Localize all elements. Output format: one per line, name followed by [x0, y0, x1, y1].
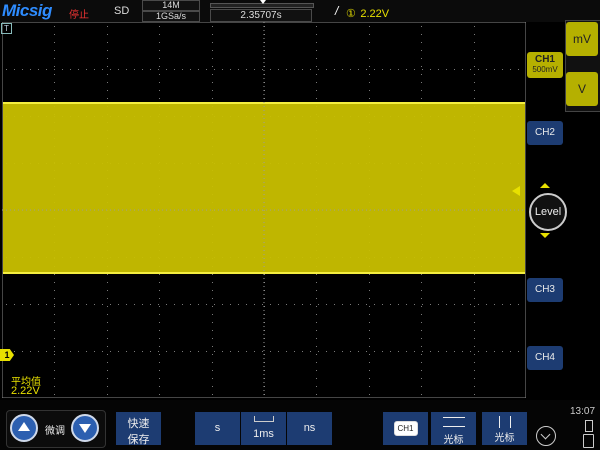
vertical-cursor-icon [498, 416, 511, 428]
ruler-icon [253, 416, 274, 422]
cursor-vertical-button[interactable]: 光标 [482, 412, 527, 445]
sample-rate[interactable]: 1GSa/s [142, 11, 200, 22]
brand-logo: Micsig [2, 1, 52, 20]
menu-toggle-button[interactable] [536, 426, 556, 446]
quick-save-line2: 保存 [127, 434, 150, 446]
battery-icon [583, 434, 594, 448]
ch1-waveform-band [3, 102, 525, 274]
fine-down-button[interactable] [71, 414, 99, 442]
waveform-display[interactable] [2, 22, 526, 398]
ch4-button[interactable]: CH4 [527, 346, 563, 370]
chevron-down-icon [540, 429, 551, 440]
ch1-scale: 500mV [532, 65, 558, 74]
unit-mv-button[interactable]: mV [566, 22, 598, 56]
timebase-ns-button[interactable]: ns [287, 412, 332, 445]
horizontal-cursor-icon [442, 417, 465, 427]
run-status[interactable]: 停止 [69, 6, 89, 21]
arrow-up-icon [18, 422, 30, 431]
ch1-button[interactable]: CH1 500mV [527, 52, 563, 78]
cursor-horizontal-button[interactable]: 光标 [431, 412, 476, 446]
timebase-value: 1ms [253, 428, 274, 440]
ch1-small-label: CH1 [393, 421, 418, 436]
clock: 13:07 [570, 406, 596, 417]
usb-icon [585, 420, 593, 432]
ch1-select-button[interactable]: CH1 [383, 412, 428, 445]
ch1-label: CH1 [534, 54, 555, 65]
cursor-v-label: 光标 [494, 433, 515, 444]
arrow-down-icon [79, 424, 91, 433]
acquisition-mode[interactable]: SD [114, 5, 129, 17]
fine-label: 微调 [45, 426, 65, 437]
quick-save-button[interactable]: 快速 保存 [116, 412, 161, 446]
cursor-h-label: 光标 [443, 435, 464, 446]
memory-depth[interactable]: 14M [142, 0, 200, 11]
trigger-info[interactable]: ① 2.22V [346, 4, 389, 22]
level-up-icon[interactable] [540, 183, 550, 188]
trigger-level: 2.22V [360, 8, 390, 20]
trigger-level-arrow-icon[interactable] [512, 186, 520, 196]
level-knob[interactable]: Level [529, 193, 567, 231]
measurement-value: 2.22V [11, 385, 40, 397]
trigger-slope-icon[interactable]: / [335, 4, 338, 18]
trigger-source: ① [346, 8, 356, 20]
horizontal-position[interactable]: 2.35707s [210, 9, 312, 22]
ch2-button[interactable]: CH2 [527, 121, 563, 145]
trigger-time-marker-icon[interactable]: T [1, 23, 12, 34]
position-marker-icon [260, 0, 266, 4]
unit-v-button[interactable]: V [566, 72, 598, 106]
fine-up-button[interactable] [10, 414, 38, 442]
ch3-button[interactable]: CH3 [527, 278, 563, 302]
timebase-s-button[interactable]: s [195, 412, 240, 445]
level-down-icon[interactable] [540, 233, 550, 238]
quick-save-line1: 快速 [127, 418, 150, 430]
timebase-value-button[interactable]: 1ms [241, 412, 286, 445]
